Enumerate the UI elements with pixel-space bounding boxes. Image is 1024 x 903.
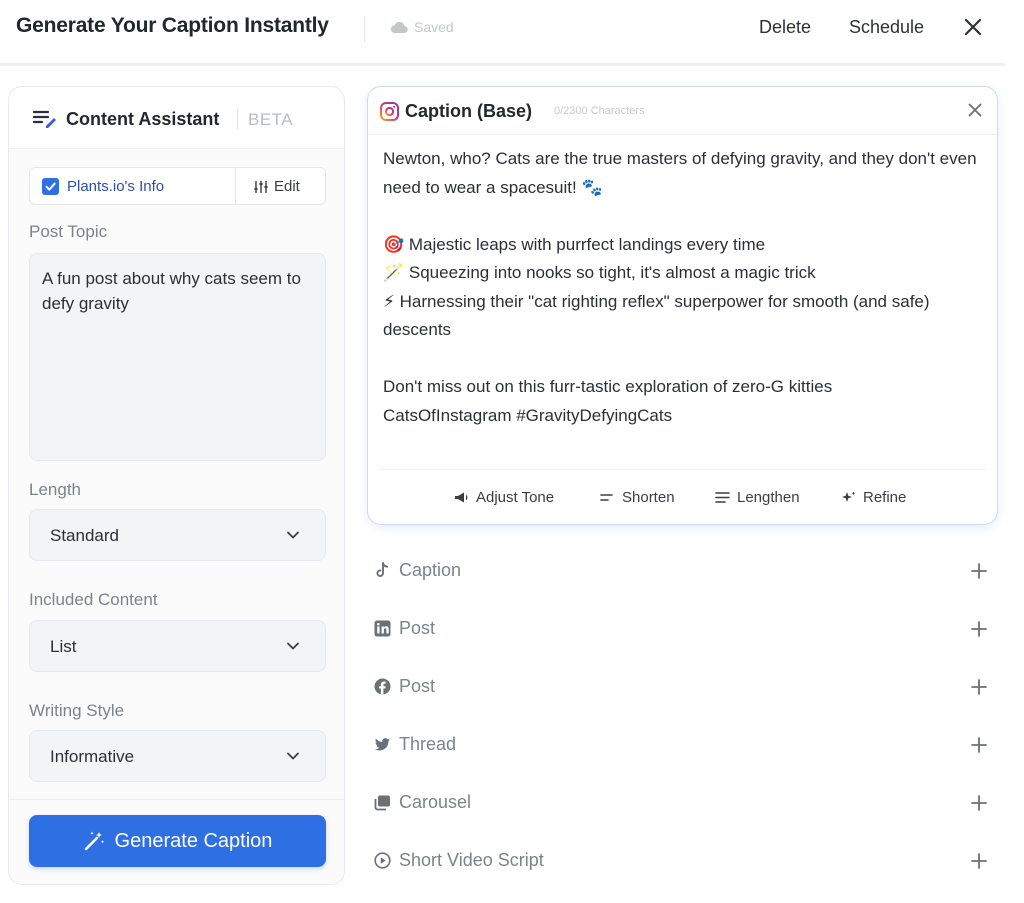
plus-icon[interactable] (970, 794, 988, 812)
length-select[interactable]: Standard (29, 509, 326, 561)
tools-divider (380, 469, 985, 470)
tiktok-icon (376, 562, 389, 577)
title-separator (237, 109, 238, 129)
shorten-button[interactable]: Shorten (600, 489, 675, 506)
caption-line: 🪄 Squeezing into nooks so tight, it's al… (383, 263, 816, 282)
chevron-down-icon (287, 752, 299, 760)
megaphone-icon (455, 492, 468, 503)
plus-icon[interactable] (970, 562, 988, 580)
length-value: Standard (50, 526, 119, 545)
saved-label: Saved (414, 19, 454, 35)
linkedin-icon (374, 620, 391, 637)
schedule-button[interactable]: Schedule (849, 17, 924, 38)
included-content-value: List (50, 637, 77, 656)
lengthen-icon (715, 492, 730, 503)
shorten-label: Shorten (622, 489, 675, 506)
brand-info-checkbox[interactable] (42, 178, 59, 195)
post-topic-input[interactable]: A fun post about why cats seem to defy g… (29, 253, 326, 461)
caption-header: Caption (Base) 0/2300 Characters (368, 87, 997, 135)
caption-line: ⚡ Harnessing their "cat righting reflex"… (383, 291, 930, 340)
platform-row-twitter-thread[interactable]: Thread (374, 730, 992, 760)
platform-row-linkedin-post[interactable]: Post (374, 614, 992, 644)
header-divider (0, 63, 1005, 66)
length-label: Length (29, 480, 81, 499)
twitter-icon (374, 738, 390, 751)
chevron-down-icon (287, 531, 299, 539)
included-content-label: Included Content (29, 590, 158, 609)
writing-style-value: Informative (50, 747, 135, 766)
assistant-icon (33, 110, 56, 128)
platform-row-short-video-script[interactable]: Short Video Script (374, 846, 992, 876)
brand-info-label[interactable]: Plants.io's Info (67, 178, 164, 195)
platform-label: Short Video Script (399, 850, 544, 870)
magic-wand-icon (84, 831, 104, 851)
delete-button[interactable]: Delete (759, 17, 811, 38)
plus-icon[interactable] (970, 852, 988, 870)
post-topic-label: Post Topic (29, 222, 108, 241)
title-divider (364, 16, 365, 42)
platform-row-facebook-post[interactable]: Post (374, 672, 992, 702)
lengthen-button[interactable]: Lengthen (715, 489, 800, 506)
assistant-title: Content Assistant (66, 109, 220, 129)
facebook-icon (374, 678, 391, 695)
caption-line: CatsOfInstagram #GravityDefyingCats (383, 405, 673, 425)
platform-row-tiktok-caption[interactable]: Caption (374, 556, 992, 586)
platform-label: Post (399, 676, 436, 696)
writing-style-select[interactable]: Informative (29, 730, 326, 782)
adjust-tone-button[interactable]: Adjust Tone (454, 489, 554, 506)
brand-info-box: Plants.io's Info Edit (29, 167, 326, 205)
close-icon[interactable] (966, 101, 984, 119)
carousel-icon (374, 795, 390, 811)
character-count: 0/2300 Characters (554, 105, 645, 117)
instagram-icon (380, 102, 399, 121)
beta-badge: BETA (248, 110, 294, 129)
page-title: Generate Your Caption Instantly (16, 14, 329, 37)
caption-line: 🎯 Majestic leaps with purrfect landings … (383, 234, 766, 254)
sliders-icon (254, 180, 268, 193)
content-assistant-panel: Content Assistant BETA Plants.io's Info … (8, 86, 345, 885)
edit-label: Edit (274, 178, 300, 195)
platform-row-carousel[interactable]: Carousel (374, 788, 992, 818)
plus-icon[interactable] (970, 736, 988, 754)
platform-label: Caption (399, 560, 462, 580)
lengthen-label: Lengthen (737, 489, 800, 506)
edit-button[interactable]: Edit (254, 178, 300, 195)
platform-label: Carousel (399, 792, 472, 812)
platform-label: Post (399, 618, 436, 638)
generate-caption-label: Generate Caption (114, 829, 273, 852)
adjust-tone-label: Adjust Tone (476, 489, 555, 506)
platform-label: Thread (399, 734, 457, 754)
close-icon[interactable] (962, 16, 984, 38)
sparkle-icon (842, 491, 856, 502)
generate-caption-button[interactable]: Generate Caption (29, 815, 326, 867)
shorten-icon (600, 494, 613, 501)
plus-icon[interactable] (970, 620, 988, 638)
caption-line: Don't miss out on this furr-tastic explo… (383, 377, 833, 396)
caption-title: Caption (Base) (405, 101, 533, 121)
chevron-down-icon (287, 642, 299, 650)
play-circle-icon (374, 852, 391, 869)
cloud-icon (390, 21, 408, 34)
check-icon (45, 182, 56, 191)
plus-icon[interactable] (970, 678, 988, 696)
refine-label: Refine (863, 489, 907, 506)
caption-text[interactable]: Newton, who? Cats are the true masters o… (383, 145, 988, 430)
caption-card: Caption (Base) 0/2300 Characters Newton,… (367, 86, 998, 525)
top-bar: Generate Your Caption Instantly Saved De… (0, 0, 1024, 58)
writing-style-label: Writing Style (29, 701, 125, 720)
assistant-header: Content Assistant BETA (9, 87, 344, 149)
saved-status: Saved (390, 19, 454, 35)
included-content-select[interactable]: List (29, 620, 326, 672)
footer-divider (9, 799, 344, 800)
refine-button[interactable]: Refine (841, 489, 906, 506)
caption-line: Newton, who? Cats are the true masters o… (383, 149, 977, 197)
info-divider (235, 168, 236, 204)
